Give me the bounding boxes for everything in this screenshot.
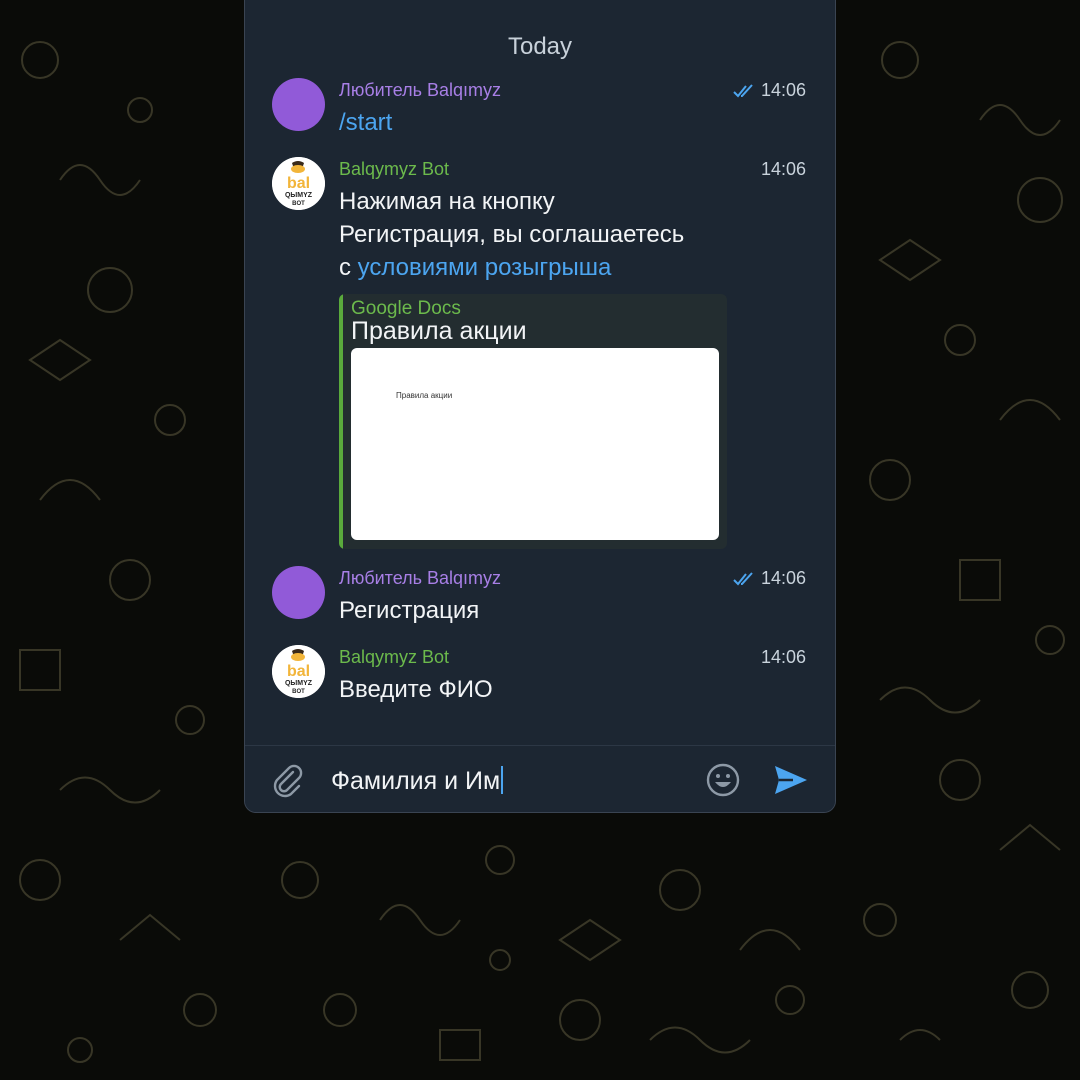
paperclip-icon[interactable] (269, 762, 305, 798)
message-text: Регистрация (339, 597, 480, 624)
bot-logo-line3: BOT (292, 201, 305, 207)
time-label: 14:06 (760, 568, 806, 588)
message-time: 14:06 (733, 568, 806, 589)
message-input-value: Фамилия и Им (331, 767, 501, 795)
message-time: 14:06 (733, 80, 806, 101)
author-name[interactable]: Balqymyz Bot (339, 647, 449, 668)
time-label: 14:06 (760, 159, 806, 179)
message-line: Нажимая на кнопку (339, 188, 555, 215)
message-line: с условиями розыгрыша (339, 251, 684, 284)
double-check-icon (733, 571, 753, 585)
author-name[interactable]: Любитель Balqımyz (339, 568, 501, 589)
preview-image[interactable]: Правила акции (351, 348, 719, 540)
message-composer: Фамилия и Им (245, 745, 835, 812)
avatar[interactable] (272, 78, 325, 131)
message-item[interactable]: bal QЫMYZ BOT Balqymyz Bot 14:06 Введите… (272, 645, 806, 703)
chat-window: Today Любитель Balqımyz 14:06 /start bal… (244, 0, 836, 813)
smiley-icon[interactable] (705, 762, 741, 798)
message-time: 14:06 (761, 159, 806, 180)
date-separator: Today (507, 33, 573, 60)
text-caret (501, 766, 504, 794)
bot-logo-icon: bal QЫMYZ BOT (272, 645, 325, 698)
message-item[interactable]: Любитель Balqımyz 14:06 /start (272, 78, 806, 136)
message-text: Введите ФИО (339, 676, 493, 703)
bot-logo-line2: QЫMYZ (285, 192, 313, 199)
message-item[interactable]: Любитель Balqımyz 14:06 Регистрация (272, 566, 806, 624)
author-name[interactable]: Любитель Balqımyz (339, 80, 501, 101)
terms-link[interactable]: условиями розыгрыша (358, 254, 612, 281)
double-check-icon (733, 83, 753, 97)
send-arrow-icon[interactable] (773, 763, 809, 797)
message-text: Нажимая на кнопку Регистрация, вы соглаш… (339, 185, 684, 284)
bot-avatar[interactable]: bal QЫMYZ BOT (272, 157, 325, 210)
command-link[interactable]: /start (339, 106, 392, 139)
preview-accent-bar (339, 294, 343, 549)
bot-logo-line1: bal (287, 663, 310, 680)
bot-logo-line2: QЫMYZ (285, 680, 313, 687)
link-preview[interactable]: Google Docs Правила акции Правила акции (339, 294, 727, 549)
message-line: Регистрация, вы соглашаетесь (339, 221, 685, 248)
bot-logo-icon: bal QЫMYZ BOT (272, 157, 325, 210)
message-input[interactable]: Фамилия и Им (331, 766, 504, 796)
preview-image-text: Правила акции (396, 391, 453, 400)
time-label: 14:06 (760, 80, 806, 100)
message-time: 14:06 (761, 647, 806, 668)
message-item[interactable]: bal QЫMYZ BOT Balqymyz Bot 14:06 Нажимая… (272, 157, 806, 557)
message-prefix: с (339, 254, 358, 281)
avatar[interactable] (272, 566, 325, 619)
author-name[interactable]: Balqymyz Bot (339, 159, 449, 180)
bot-avatar[interactable]: bal QЫMYZ BOT (272, 645, 325, 698)
time-label: 14:06 (760, 647, 806, 667)
bot-logo-line1: bal (287, 175, 310, 192)
bot-logo-line3: BOT (292, 689, 305, 695)
preview-title: Правила акции (351, 317, 527, 345)
